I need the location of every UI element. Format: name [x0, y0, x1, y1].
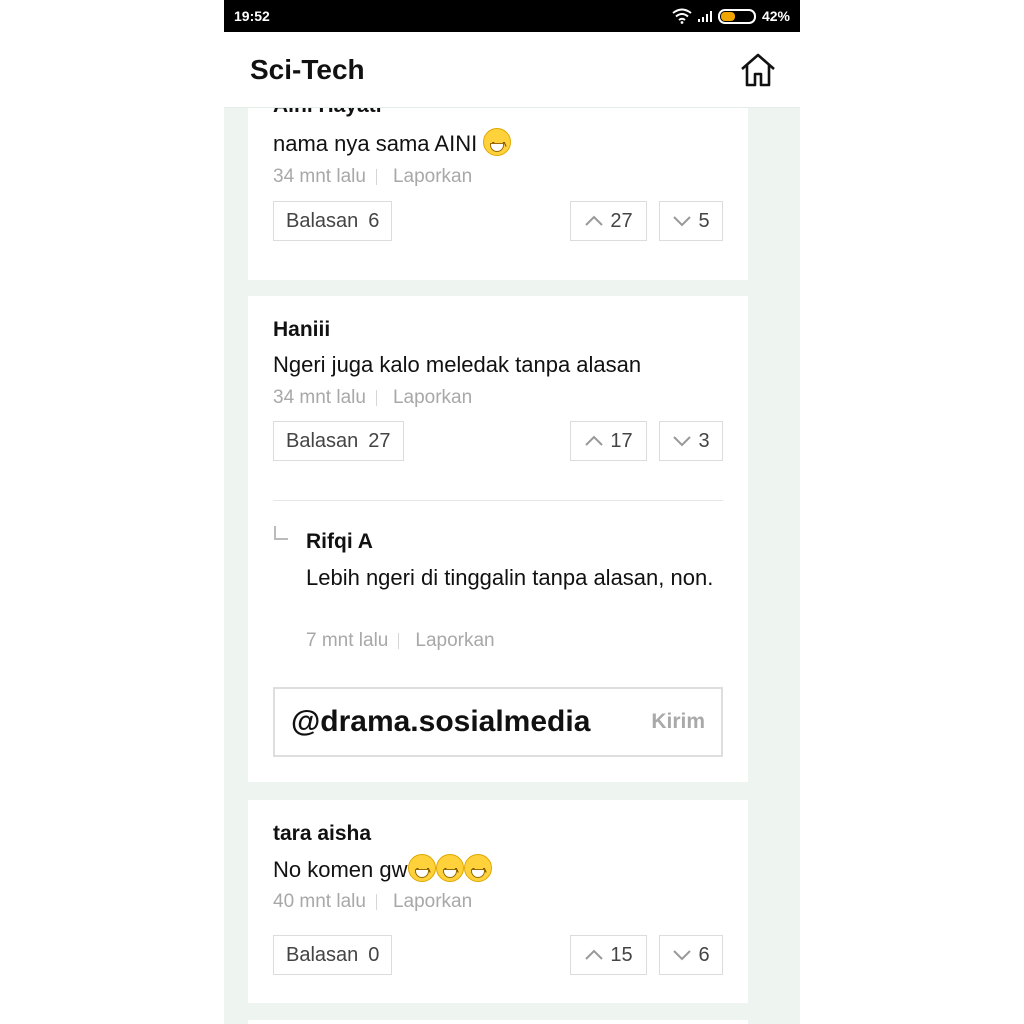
- reply-text: Lebih ngeri di tinggalin tanpa alasan, n…: [306, 565, 714, 590]
- home-button[interactable]: [738, 50, 778, 90]
- reply-indent-icon: [274, 526, 288, 540]
- chevron-up-icon: [585, 435, 604, 446]
- battery-percent: 42%: [761, 8, 790, 24]
- upvote-button[interactable]: 17: [570, 421, 647, 461]
- comment-time: 34 mnt lalu: [273, 166, 366, 187]
- send-button[interactable]: Kirim: [651, 710, 705, 734]
- grinning-emoji-icon: [463, 854, 492, 887]
- comment-card: tara aisha No komen gw 40 mnt lalu Lapor…: [248, 800, 748, 1003]
- status-icons: 42%: [672, 8, 790, 24]
- app-bar: Sci-Tech: [224, 32, 800, 108]
- grinning-emoji-icon: [483, 128, 512, 161]
- battery-icon: [717, 8, 756, 24]
- comment-text: Ngeri juga kalo meledak tanpa alasan: [273, 352, 642, 377]
- meta-divider: [375, 390, 377, 406]
- battery-fill: [720, 11, 736, 21]
- replies-button[interactable]: Balasan 27: [273, 421, 404, 461]
- comment-card-partial: [248, 1020, 748, 1024]
- vote-group: 15 6: [570, 935, 723, 975]
- downvote-button[interactable]: 3: [659, 421, 723, 461]
- report-link[interactable]: Laporkan: [393, 166, 472, 188]
- replies-button[interactable]: Balasan 6: [273, 201, 393, 241]
- status-time: 19:52: [234, 8, 270, 24]
- report-link[interactable]: Laporkan: [393, 891, 472, 913]
- upvote-button[interactable]: 15: [570, 935, 647, 975]
- replies-button[interactable]: Balasan 0: [273, 935, 393, 975]
- comment-author: tara aisha: [273, 822, 372, 845]
- chevron-up-icon: [585, 949, 604, 960]
- chevron-down-icon: [673, 436, 692, 447]
- downvote-button[interactable]: 5: [659, 201, 723, 241]
- meta-divider: [398, 633, 400, 649]
- vote-group: 27 5: [570, 201, 723, 241]
- comment-actions: Balasan 0 15 6: [273, 935, 723, 975]
- comment-card: Haniii Ngeri juga kalo meledak tanpa ala…: [248, 296, 748, 782]
- signal-icon: [697, 10, 712, 22]
- reply-time: 7 mnt lalu: [306, 630, 389, 651]
- home-icon: [741, 53, 775, 86]
- comment-time: 34 mnt lalu: [273, 387, 366, 408]
- comment-author: Haniii: [273, 318, 331, 341]
- meta-divider: [375, 169, 377, 185]
- chevron-down-icon: [673, 950, 692, 961]
- upvote-button[interactable]: 27: [570, 201, 647, 241]
- downvote-button[interactable]: 6: [659, 935, 723, 975]
- report-link[interactable]: Laporkan: [415, 630, 494, 652]
- comment-meta: 34 mnt lalu Laporkan: [273, 166, 472, 188]
- comment-card: Aini Hayati nama nya sama AINI 34 mnt la…: [248, 78, 748, 280]
- phone-screen: 19:52 42% Sci-Tech nama nya sama AINI ^ …: [224, 0, 800, 1024]
- meta-divider: [375, 894, 377, 910]
- comment-text: No komen gw: [273, 854, 492, 887]
- reply-author: Rifqi A: [306, 530, 373, 553]
- wifi-icon: [672, 8, 692, 24]
- status-bar: 19:52 42%: [224, 0, 800, 32]
- reply-meta: 7 mnt lalu Laporkan: [306, 630, 495, 652]
- comment-meta: 40 mnt lalu Laporkan: [273, 891, 472, 913]
- vote-group: 17 3: [570, 421, 723, 461]
- chevron-up-icon: [585, 215, 604, 226]
- comment-actions: Balasan 6 27 5: [273, 201, 723, 241]
- reply-input[interactable]: @drama.sosialmedia Kirim: [273, 687, 723, 757]
- comment-time: 40 mnt lalu: [273, 891, 366, 912]
- grinning-emoji-icon: [435, 854, 464, 887]
- watermark-text: @drama.sosialmedia: [291, 705, 591, 738]
- report-link[interactable]: Laporkan: [393, 387, 472, 409]
- chevron-down-icon: [673, 216, 692, 227]
- page-title: Sci-Tech: [250, 53, 365, 85]
- comment-text: nama nya sama AINI: [273, 128, 512, 161]
- comment-actions: Balasan 27 17 3: [273, 421, 723, 461]
- comment-meta: 34 mnt lalu Laporkan: [273, 387, 472, 409]
- reply-divider: [273, 500, 723, 501]
- grinning-emoji-icon: [407, 854, 436, 887]
